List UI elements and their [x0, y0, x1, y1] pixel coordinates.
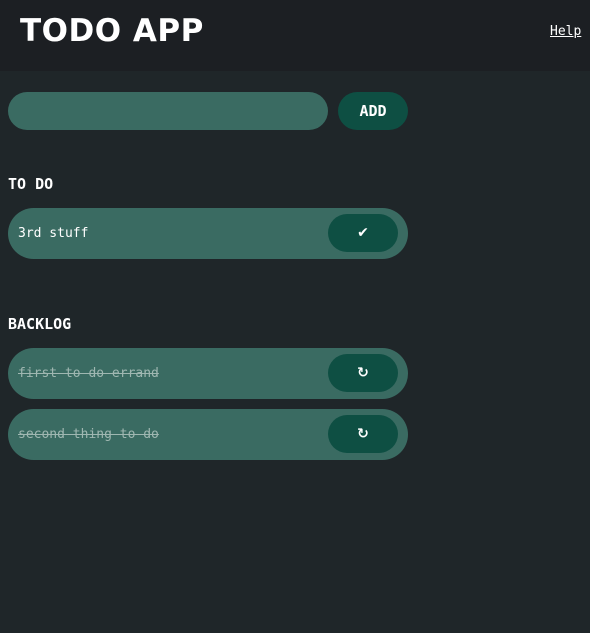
restore-icon[interactable]: ↻ — [328, 415, 398, 453]
check-icon[interactable]: ✔ — [328, 214, 398, 252]
backlog-item-text: second thing to do — [18, 427, 159, 442]
help-link[interactable]: Help — [550, 24, 581, 39]
new-task-input[interactable] — [8, 92, 328, 130]
backlog-item: second thing to do ↻ — [8, 409, 408, 460]
todo-section-title: TO DO — [8, 175, 54, 193]
app-header: TODO APP Help — [0, 0, 590, 71]
backlog-item: first to do errand ↻ — [8, 348, 408, 399]
todo-item-text: 3rd stuff — [18, 226, 89, 241]
backlog-item-text: first to do errand — [18, 366, 159, 381]
todo-item: 3rd stuff ✔ — [8, 208, 408, 259]
app-title: TODO APP — [20, 13, 204, 49]
backlog-section-title: BACKLOG — [8, 315, 72, 333]
restore-icon[interactable]: ↻ — [328, 354, 398, 392]
add-button[interactable]: ADD — [338, 92, 408, 130]
